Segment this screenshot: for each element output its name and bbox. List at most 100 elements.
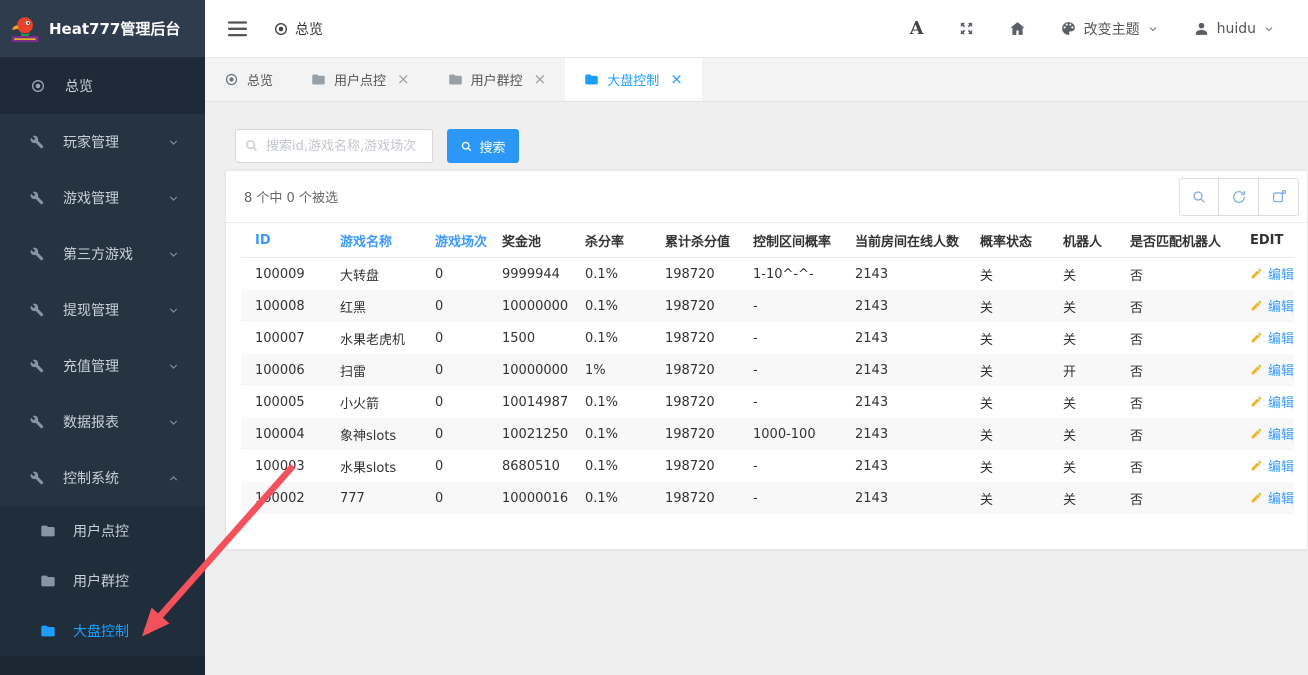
wrench-icon bbox=[30, 303, 44, 317]
edit-button[interactable]: 编辑 bbox=[1250, 360, 1294, 379]
search-button-label: 搜索 bbox=[479, 137, 505, 156]
tab-bar: 总览 用户点控× 用户群控× 大盘控制× bbox=[205, 58, 1308, 102]
refresh-button[interactable] bbox=[1219, 178, 1259, 216]
edit-button[interactable]: 编辑 bbox=[1250, 392, 1294, 411]
column-header: 是否匹配机器人 bbox=[1116, 223, 1236, 258]
tab-label: 总览 bbox=[247, 70, 273, 89]
table-cell: 198720 bbox=[651, 290, 739, 322]
table-cell: 198720 bbox=[651, 450, 739, 482]
sidebar-item-label: 控制系统 bbox=[63, 468, 148, 488]
table-cell: 2143 bbox=[841, 386, 966, 418]
tab-dashboard-control[interactable]: 大盘控制× bbox=[565, 58, 702, 101]
change-theme-dropdown[interactable]: 改变主题 bbox=[1060, 19, 1159, 39]
sidebar-submenu: 用户点控 用户群控 大盘控制 bbox=[0, 506, 205, 656]
close-tab-icon[interactable]: × bbox=[397, 72, 410, 87]
search-button[interactable]: 搜索 bbox=[447, 129, 519, 163]
sidebar-item-label: 玩家管理 bbox=[63, 132, 148, 152]
sidebar-item-data-reports[interactable]: 数据报表 bbox=[0, 394, 205, 450]
table-body: 100009大转盘099999440.1%1987201-10^-^-2143关… bbox=[241, 258, 1294, 515]
home-icon bbox=[1009, 20, 1026, 37]
table-cell: 1-10^-^- bbox=[739, 258, 841, 291]
table-row: 100003水果slots086805100.1%198720-2143关关否 … bbox=[241, 450, 1294, 482]
close-tab-icon[interactable]: × bbox=[670, 72, 683, 87]
search-row: 搜索 bbox=[235, 129, 1308, 163]
wrench-icon bbox=[30, 247, 44, 261]
table-cell: - bbox=[739, 354, 841, 386]
table-toolbar-buttons bbox=[1179, 178, 1299, 216]
tab-user-group-control[interactable]: 用户群控× bbox=[429, 58, 566, 101]
table-cell: 0 bbox=[421, 418, 488, 450]
search-icon bbox=[244, 138, 259, 153]
table-cell: 否 bbox=[1116, 354, 1236, 386]
search-input[interactable] bbox=[235, 129, 433, 163]
edit-button[interactable]: 编辑 bbox=[1250, 488, 1294, 507]
tab-user-point-control[interactable]: 用户点控× bbox=[292, 58, 429, 101]
parrot-logo-icon bbox=[10, 14, 40, 44]
table-cell: 2143 bbox=[841, 418, 966, 450]
sidebar-subitem-user-point-control[interactable]: 用户点控 bbox=[0, 506, 205, 556]
edit-button[interactable]: 编辑 bbox=[1250, 456, 1294, 475]
column-header[interactable]: ID bbox=[241, 223, 326, 258]
folder-icon bbox=[311, 72, 326, 87]
column-header: 奖金池 bbox=[488, 223, 571, 258]
table-cell: 100005 bbox=[241, 386, 326, 418]
sidebar-item-recharge-management[interactable]: 充值管理 bbox=[0, 338, 205, 394]
sidebar-item-player-management[interactable]: 玩家管理 bbox=[0, 114, 205, 170]
table-cell: 2143 bbox=[841, 322, 966, 354]
table-cell: 关 bbox=[966, 418, 1049, 450]
table-cell: 象神slots bbox=[326, 418, 421, 450]
home-button[interactable] bbox=[1009, 20, 1026, 37]
tab-overview[interactable]: 总览 bbox=[205, 58, 292, 101]
edit-button[interactable]: 编辑 bbox=[1250, 328, 1294, 347]
chevron-down-icon bbox=[167, 136, 180, 149]
column-header: EDIT bbox=[1236, 223, 1294, 258]
edit-button-label: 编辑 bbox=[1268, 296, 1294, 315]
edit-button-label: 编辑 bbox=[1268, 424, 1294, 443]
table-cell: 10000000 bbox=[488, 354, 571, 386]
table-cell: 关 bbox=[966, 450, 1049, 482]
column-header[interactable]: 游戏名称 bbox=[326, 223, 421, 258]
table-cell: 小火箭 bbox=[326, 386, 421, 418]
folder-icon bbox=[40, 623, 56, 639]
table-cell: 0 bbox=[421, 482, 488, 514]
fullscreen-button[interactable] bbox=[958, 20, 975, 37]
chevron-down-icon bbox=[1147, 23, 1159, 35]
font-size-button[interactable]: A bbox=[910, 18, 924, 39]
table-cell: 10000016 bbox=[488, 482, 571, 514]
folder-icon bbox=[584, 72, 599, 87]
sidebar-item-game-management[interactable]: 游戏管理 bbox=[0, 170, 205, 226]
sidebar-item-control-system[interactable]: 控制系统 bbox=[0, 450, 205, 506]
table-cell: 否 bbox=[1116, 418, 1236, 450]
sidebar-subitem-user-group-control[interactable]: 用户群控 bbox=[0, 556, 205, 606]
table-cell: 100009 bbox=[241, 258, 326, 291]
column-search-button[interactable] bbox=[1179, 178, 1219, 216]
edit-button[interactable]: 编辑 bbox=[1250, 424, 1294, 443]
chevron-up-icon bbox=[167, 472, 180, 485]
wrench-icon bbox=[30, 471, 44, 485]
table-cell: 否 bbox=[1116, 386, 1236, 418]
column-header[interactable]: 游戏场次 bbox=[421, 223, 488, 258]
table-cell: 大转盘 bbox=[326, 258, 421, 291]
close-tab-icon[interactable]: × bbox=[534, 72, 547, 87]
sidebar-item-label: 数据报表 bbox=[63, 412, 148, 432]
table-cell: 水果slots bbox=[326, 450, 421, 482]
edit-button[interactable]: 编辑 bbox=[1250, 296, 1294, 315]
sidebar-item-overview[interactable]: 总览 bbox=[0, 57, 205, 114]
sidebar-subitem-label: 用户群控 bbox=[73, 571, 129, 591]
wrench-icon bbox=[30, 359, 44, 373]
table-cell: 198720 bbox=[651, 482, 739, 514]
sidebar-subitem-dashboard-control[interactable]: 大盘控制 bbox=[0, 606, 205, 656]
column-header: 概率状态 bbox=[966, 223, 1049, 258]
pencil-icon bbox=[1250, 267, 1263, 280]
edit-button[interactable]: 编辑 bbox=[1250, 264, 1294, 283]
hamburger-menu-icon[interactable] bbox=[228, 21, 247, 37]
sidebar-item-third-party-games[interactable]: 第三方游戏 bbox=[0, 226, 205, 282]
table-cell: 100007 bbox=[241, 322, 326, 354]
user-menu-dropdown[interactable]: huidu bbox=[1193, 20, 1275, 37]
table-cell: 0.1% bbox=[571, 322, 651, 354]
table-row: 100007水果老虎机015000.1%198720-2143关关否 编辑 bbox=[241, 322, 1294, 354]
export-button[interactable] bbox=[1259, 178, 1299, 216]
table-cell: 9999944 bbox=[488, 258, 571, 291]
sidebar-item-withdrawal-management[interactable]: 提现管理 bbox=[0, 282, 205, 338]
table-cell: 关 bbox=[966, 482, 1049, 514]
